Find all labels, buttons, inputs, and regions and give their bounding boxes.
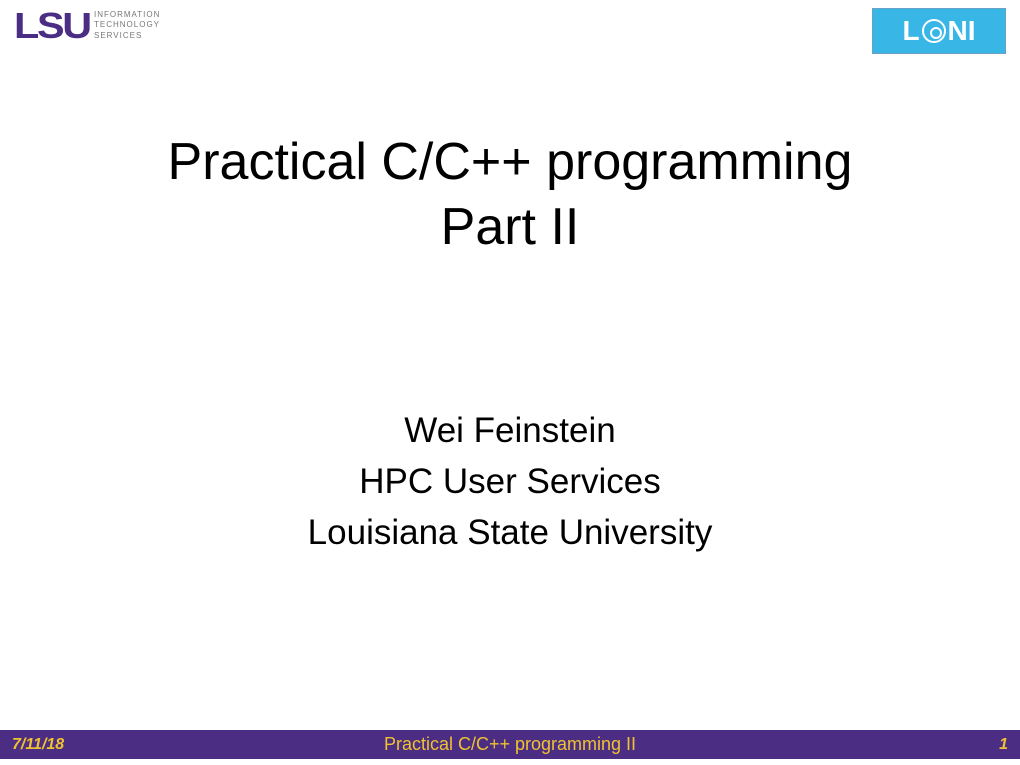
- slide: LSU INFORMATION TECHNOLOGY SERVICES L NI…: [0, 0, 1020, 765]
- header: LSU INFORMATION TECHNOLOGY SERVICES L NI: [0, 6, 1020, 60]
- loni-letter-L: L: [902, 15, 919, 47]
- slide-title: Practical C/C++ programming Part II: [0, 130, 1020, 260]
- footer-title: Practical C/C++ programming II: [0, 734, 1020, 755]
- lsu-logo: LSU INFORMATION TECHNOLOGY SERVICES: [14, 8, 160, 44]
- author-name: Wei Feinstein: [0, 406, 1020, 457]
- footer-page: 1: [999, 736, 1008, 754]
- loni-ring-icon: [922, 19, 946, 43]
- author-dept: HPC User Services: [0, 457, 1020, 508]
- author-block: Wei Feinstein HPC User Services Louisian…: [0, 406, 1020, 558]
- title-line1: Practical C/C++ programming: [0, 130, 1020, 195]
- author-org: Louisiana State University: [0, 508, 1020, 559]
- its-line3: SERVICES: [94, 31, 160, 41]
- loni-letters-NI: NI: [948, 15, 976, 47]
- title-line2: Part II: [0, 195, 1020, 260]
- lsu-its-label: INFORMATION TECHNOLOGY SERVICES: [94, 10, 160, 41]
- its-line2: TECHNOLOGY: [94, 20, 160, 30]
- loni-logo: L NI: [872, 8, 1006, 54]
- lsu-wordmark: LSU: [14, 8, 90, 44]
- its-line1: INFORMATION: [94, 10, 160, 20]
- footer-bar: 7/11/18 Practical C/C++ programming II 1: [0, 730, 1020, 759]
